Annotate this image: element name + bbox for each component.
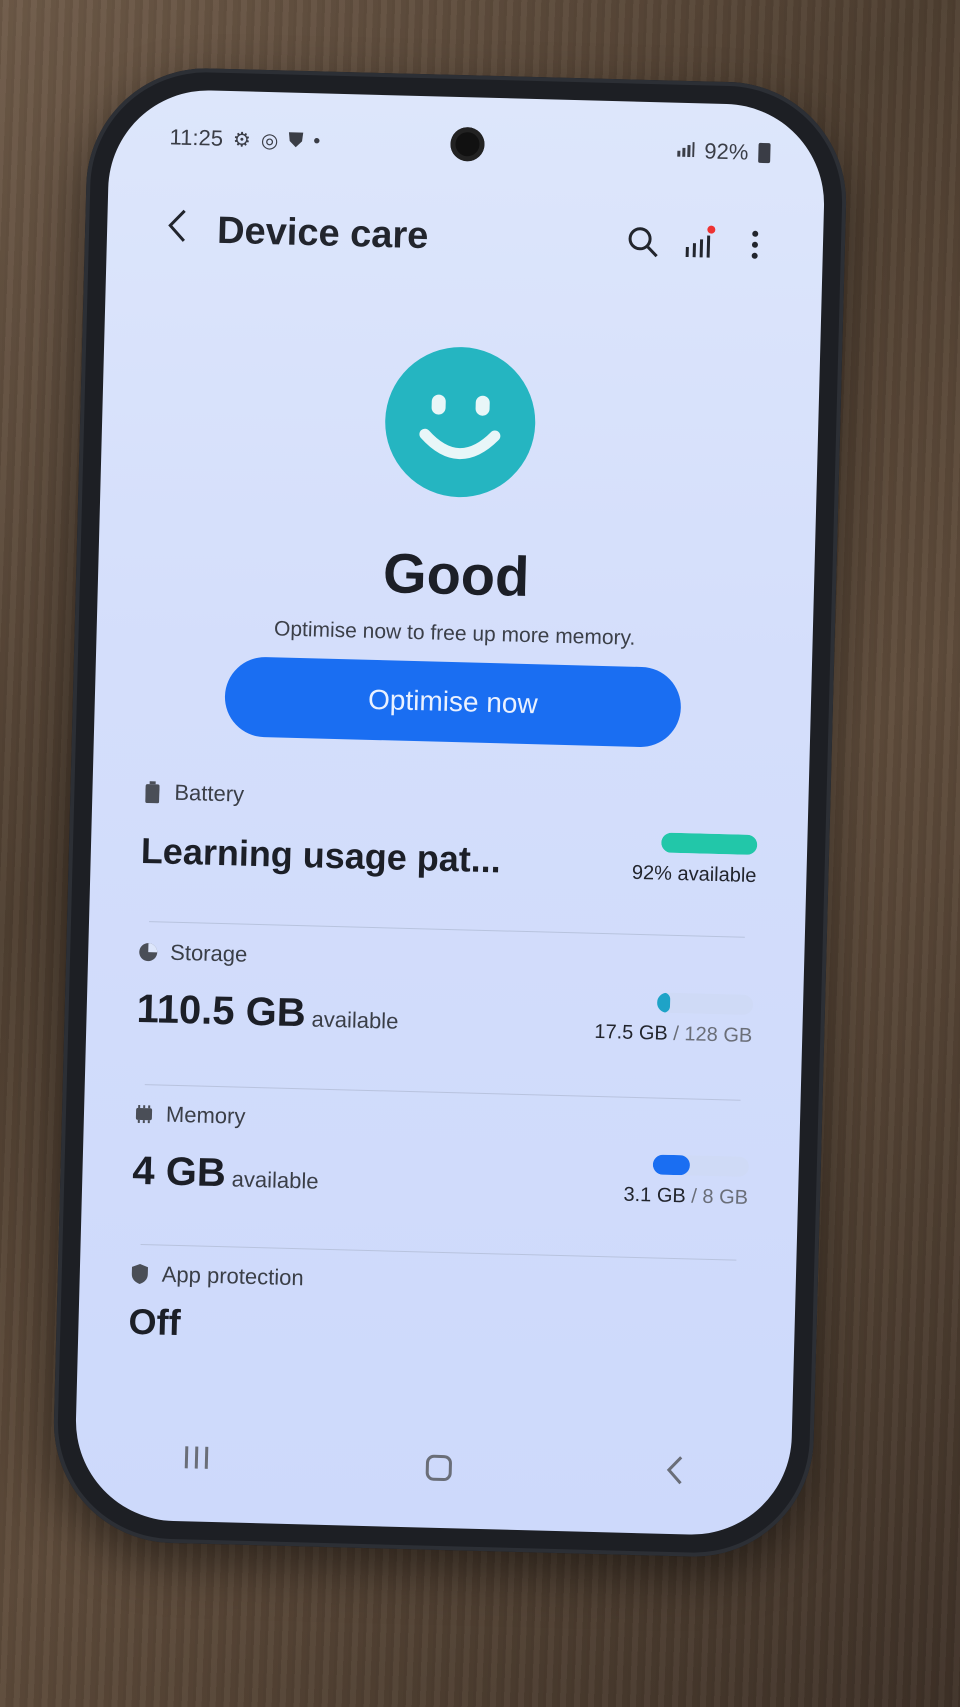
storage-label: Storage (169, 939, 248, 967)
storage-unit: available (311, 1006, 399, 1034)
pie-chart-icon (138, 941, 159, 964)
search-icon (628, 227, 658, 258)
shield-icon (130, 1263, 151, 1286)
storage-used: 17.5 GB (594, 1020, 669, 1045)
chevron-left-icon (666, 1456, 683, 1485)
storage-section[interactable]: Storage 110.5 GB available 17.5 GB / 128 … (136, 939, 754, 1048)
page-title: Device care (216, 209, 429, 257)
back-button[interactable] (147, 204, 208, 256)
recents-button[interactable] (181, 1444, 212, 1479)
memory-bar-fill (652, 1154, 691, 1176)
battery-value: Learning usage pat... (140, 829, 502, 881)
memory-bar (652, 1154, 750, 1177)
notification-dot-icon: • (313, 129, 321, 152)
shield-icon: ⛊ (288, 129, 304, 152)
optimise-now-button[interactable]: Optimise now (223, 656, 682, 748)
diagnostics-button[interactable] (670, 215, 727, 272)
battery-detail: 92% available (631, 861, 757, 888)
memory-total: / 8 GB (691, 1185, 749, 1209)
memory-section[interactable]: Memory 4 GB available 3.1 GB / 8 GB (132, 1101, 750, 1210)
smiley-face-icon (383, 345, 538, 500)
status-subtitle: Optimise now to free up more memory. (273, 617, 636, 650)
memory-value: 4 GB (131, 1148, 227, 1196)
status-bar: 11:25 ⚙ ◎ ⛊ • 92% (169, 117, 771, 173)
device-status: Good (382, 541, 531, 608)
recents-icon (184, 1446, 209, 1469)
chevron-left-icon (168, 209, 186, 242)
location-icon: ◎ (260, 129, 279, 152)
memory-label: Memory (165, 1101, 246, 1129)
home-button[interactable] (425, 1454, 453, 1482)
screen: 11:25 ⚙ ◎ ⛊ • 92% Device care Good Optim… (73, 87, 827, 1538)
more-options-button[interactable] (726, 216, 783, 273)
navigation-bar (74, 1428, 791, 1507)
battery-bar (661, 832, 758, 856)
divider (149, 921, 745, 938)
clock: 11:25 (169, 124, 224, 151)
battery-bar-fill (661, 832, 758, 856)
app-protection-section[interactable]: App protection Off (128, 1261, 746, 1359)
storage-bar-fill (656, 992, 671, 1013)
battery-icon (758, 142, 771, 164)
memory-chip-icon (134, 1103, 155, 1126)
battery-label: Battery (174, 779, 245, 807)
battery-icon (142, 781, 163, 804)
signal-icon (676, 139, 695, 162)
settings-gear-icon: ⚙ (232, 128, 252, 152)
search-button[interactable] (614, 213, 671, 270)
storage-value: 110.5 GB (136, 986, 307, 1036)
memory-used: 3.1 GB (623, 1183, 687, 1208)
battery-section[interactable]: Battery Learning usage pat... 92% availa… (140, 779, 758, 888)
app-protection-label: App protection (161, 1261, 304, 1291)
divider (144, 1084, 741, 1101)
app-protection-value: Off (128, 1300, 182, 1344)
nav-back-button[interactable] (665, 1455, 684, 1493)
app-header: Device care (146, 189, 784, 286)
storage-total: / 128 GB (673, 1022, 753, 1047)
phone: 11:25 ⚙ ◎ ⛊ • 92% Device care Good Optim… (50, 65, 850, 1560)
battery-percent: 92% (704, 138, 749, 165)
storage-bar (656, 992, 754, 1015)
more-vert-icon (751, 230, 759, 259)
memory-unit: available (231, 1166, 319, 1194)
divider (140, 1244, 737, 1261)
